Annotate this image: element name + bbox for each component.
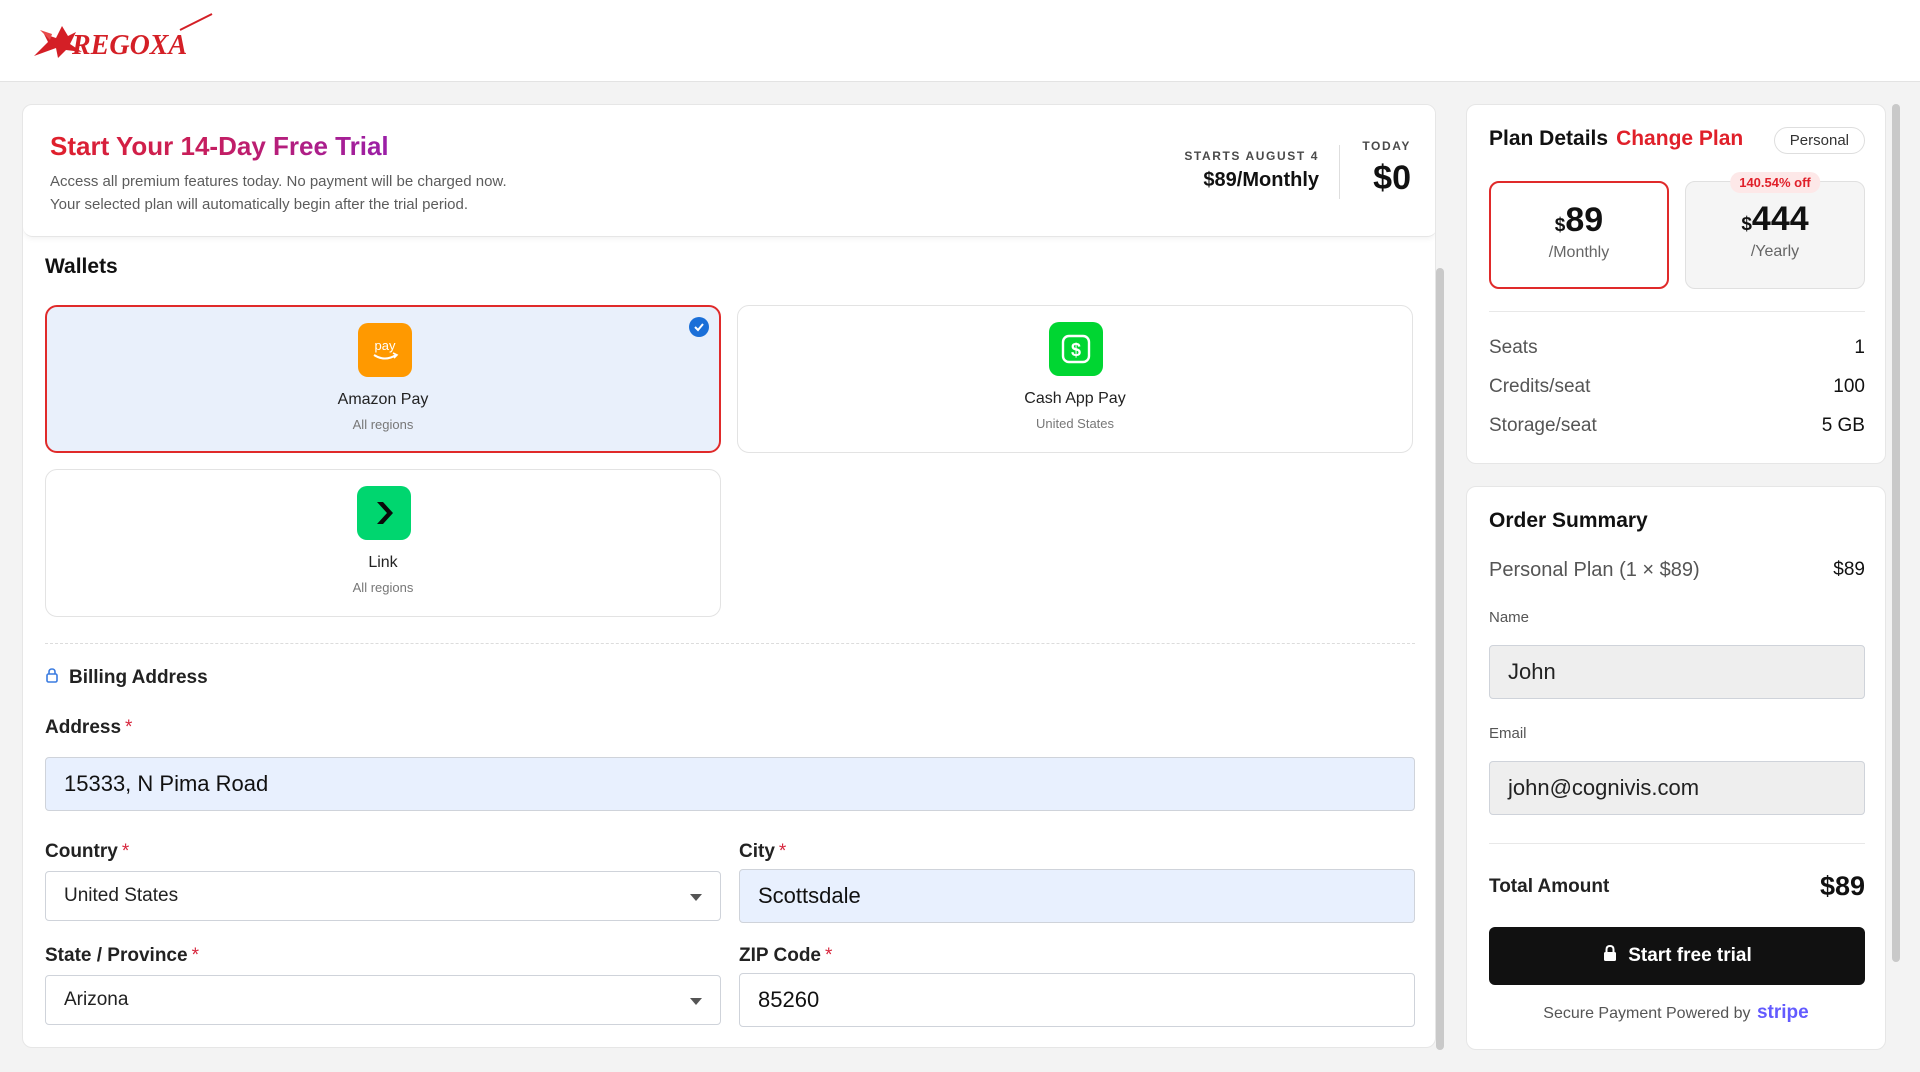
divider	[1339, 145, 1340, 199]
change-plan-link[interactable]: Change Plan	[1616, 127, 1743, 150]
today-label: TODAY	[1362, 139, 1411, 153]
yearly-plan-option[interactable]: 140.54% off $444 /Yearly	[1685, 172, 1865, 289]
amazon-pay-icon: pay	[358, 323, 412, 377]
starts-label: STARTS AUGUST 4	[1184, 149, 1319, 163]
regoxa-logo[interactable]: REGOXA	[30, 12, 220, 64]
country-select[interactable]: United States	[45, 871, 721, 921]
order-summary-card: Order Summary Personal Plan (1 × $89) $8…	[1466, 486, 1886, 1050]
email-label: Email	[1489, 725, 1527, 742]
discount-badge: 140.54% off	[1730, 172, 1820, 193]
wallet-region: All regions	[352, 580, 414, 595]
top-bar: REGOXA	[0, 0, 1920, 82]
city-label: City *	[739, 841, 787, 862]
order-line-item: Personal Plan (1 × $89) $89	[1489, 559, 1865, 581]
monthly-period: /Monthly	[1548, 244, 1610, 261]
section-divider	[45, 643, 1415, 644]
monthly-price: $89	[1554, 201, 1604, 239]
state-label: State / Province *	[45, 945, 199, 966]
wallet-amazon-pay[interactable]: pay Amazon Pay All regions	[45, 305, 721, 453]
logo-text: REGOXA	[71, 30, 187, 61]
chevron-down-icon	[690, 894, 702, 901]
plan-details-title: Plan Details Change Plan	[1489, 127, 1744, 150]
starts-info: STARTS AUGUST 4 $89/Monthly	[1184, 149, 1319, 192]
wallet-cash-app-pay[interactable]: $ Cash App Pay United States	[737, 305, 1413, 453]
lock-icon	[45, 667, 59, 689]
plan-badge: Personal	[1773, 127, 1865, 154]
lock-icon	[1602, 944, 1618, 968]
wallets-title: Wallets	[45, 255, 118, 278]
stripe-logo: stripe	[1756, 1002, 1809, 1023]
trial-header: Start Your 14-Day Free Trial Access all …	[23, 105, 1435, 237]
sidebar-scrollbar[interactable]	[1892, 104, 1900, 962]
link-icon	[357, 486, 411, 540]
cash-app-icon: $	[1049, 322, 1103, 376]
city-input[interactable]: Scottsdale	[739, 869, 1415, 923]
detail-row-seats: Seats 1	[1489, 337, 1865, 358]
wallet-region: United States	[1035, 416, 1115, 431]
address-label: Address *	[45, 717, 133, 738]
detail-row-storage: Storage/seat 5 GB	[1489, 415, 1865, 436]
check-icon	[689, 317, 709, 337]
wallet-region: All regions	[352, 417, 414, 432]
zip-input[interactable]: 85260	[739, 973, 1415, 1027]
chevron-down-icon	[690, 998, 702, 1005]
order-summary-title: Order Summary	[1489, 509, 1648, 532]
billing-address-title: Billing Address	[45, 667, 208, 689]
address-input[interactable]: 15333, N Pima Road	[45, 757, 1415, 811]
trial-title: Start Your 14-Day Free Trial	[50, 131, 389, 161]
monthly-plan-option[interactable]: $89 /Monthly	[1489, 181, 1669, 289]
main-scrollbar[interactable]	[1436, 268, 1444, 1050]
name-input[interactable]: John	[1489, 645, 1865, 699]
country-label: Country *	[45, 841, 130, 862]
trial-description: Access all premium features today. No pa…	[50, 173, 507, 213]
total-amount-row: Total Amount $89	[1489, 871, 1865, 901]
wallet-name: Cash App Pay	[1024, 390, 1126, 407]
name-label: Name	[1489, 609, 1530, 626]
detail-row-credits: Credits/seat 100	[1489, 376, 1865, 397]
svg-text:pay: pay	[375, 338, 396, 353]
svg-text:$: $	[1071, 340, 1081, 360]
today-value: $0	[1373, 159, 1411, 197]
yearly-price: $444	[1741, 200, 1809, 238]
divider	[1489, 311, 1865, 312]
starts-value: $89/Monthly	[1203, 169, 1319, 191]
start-free-trial-button[interactable]: Start free trial	[1489, 927, 1865, 985]
today-info: TODAY $0	[1362, 139, 1411, 198]
state-select[interactable]: Arizona	[45, 975, 721, 1025]
checkout-main-card: Start Your 14-Day Free Trial Access all …	[22, 104, 1436, 1048]
plan-details-card: Plan Details Change Plan Personal $89 /Mo…	[1466, 104, 1886, 464]
zip-label: ZIP Code *	[739, 945, 833, 966]
divider	[1489, 843, 1865, 844]
wallet-name: Amazon Pay	[337, 391, 429, 408]
powered-by-stripe: Secure Payment Powered by stripe	[1543, 1002, 1809, 1023]
wallet-link[interactable]: Link All regions	[45, 469, 721, 617]
wallet-name: Link	[368, 554, 398, 571]
email-input[interactable]: john@cognivis.com	[1489, 761, 1865, 815]
yearly-period: /Yearly	[1750, 243, 1800, 260]
